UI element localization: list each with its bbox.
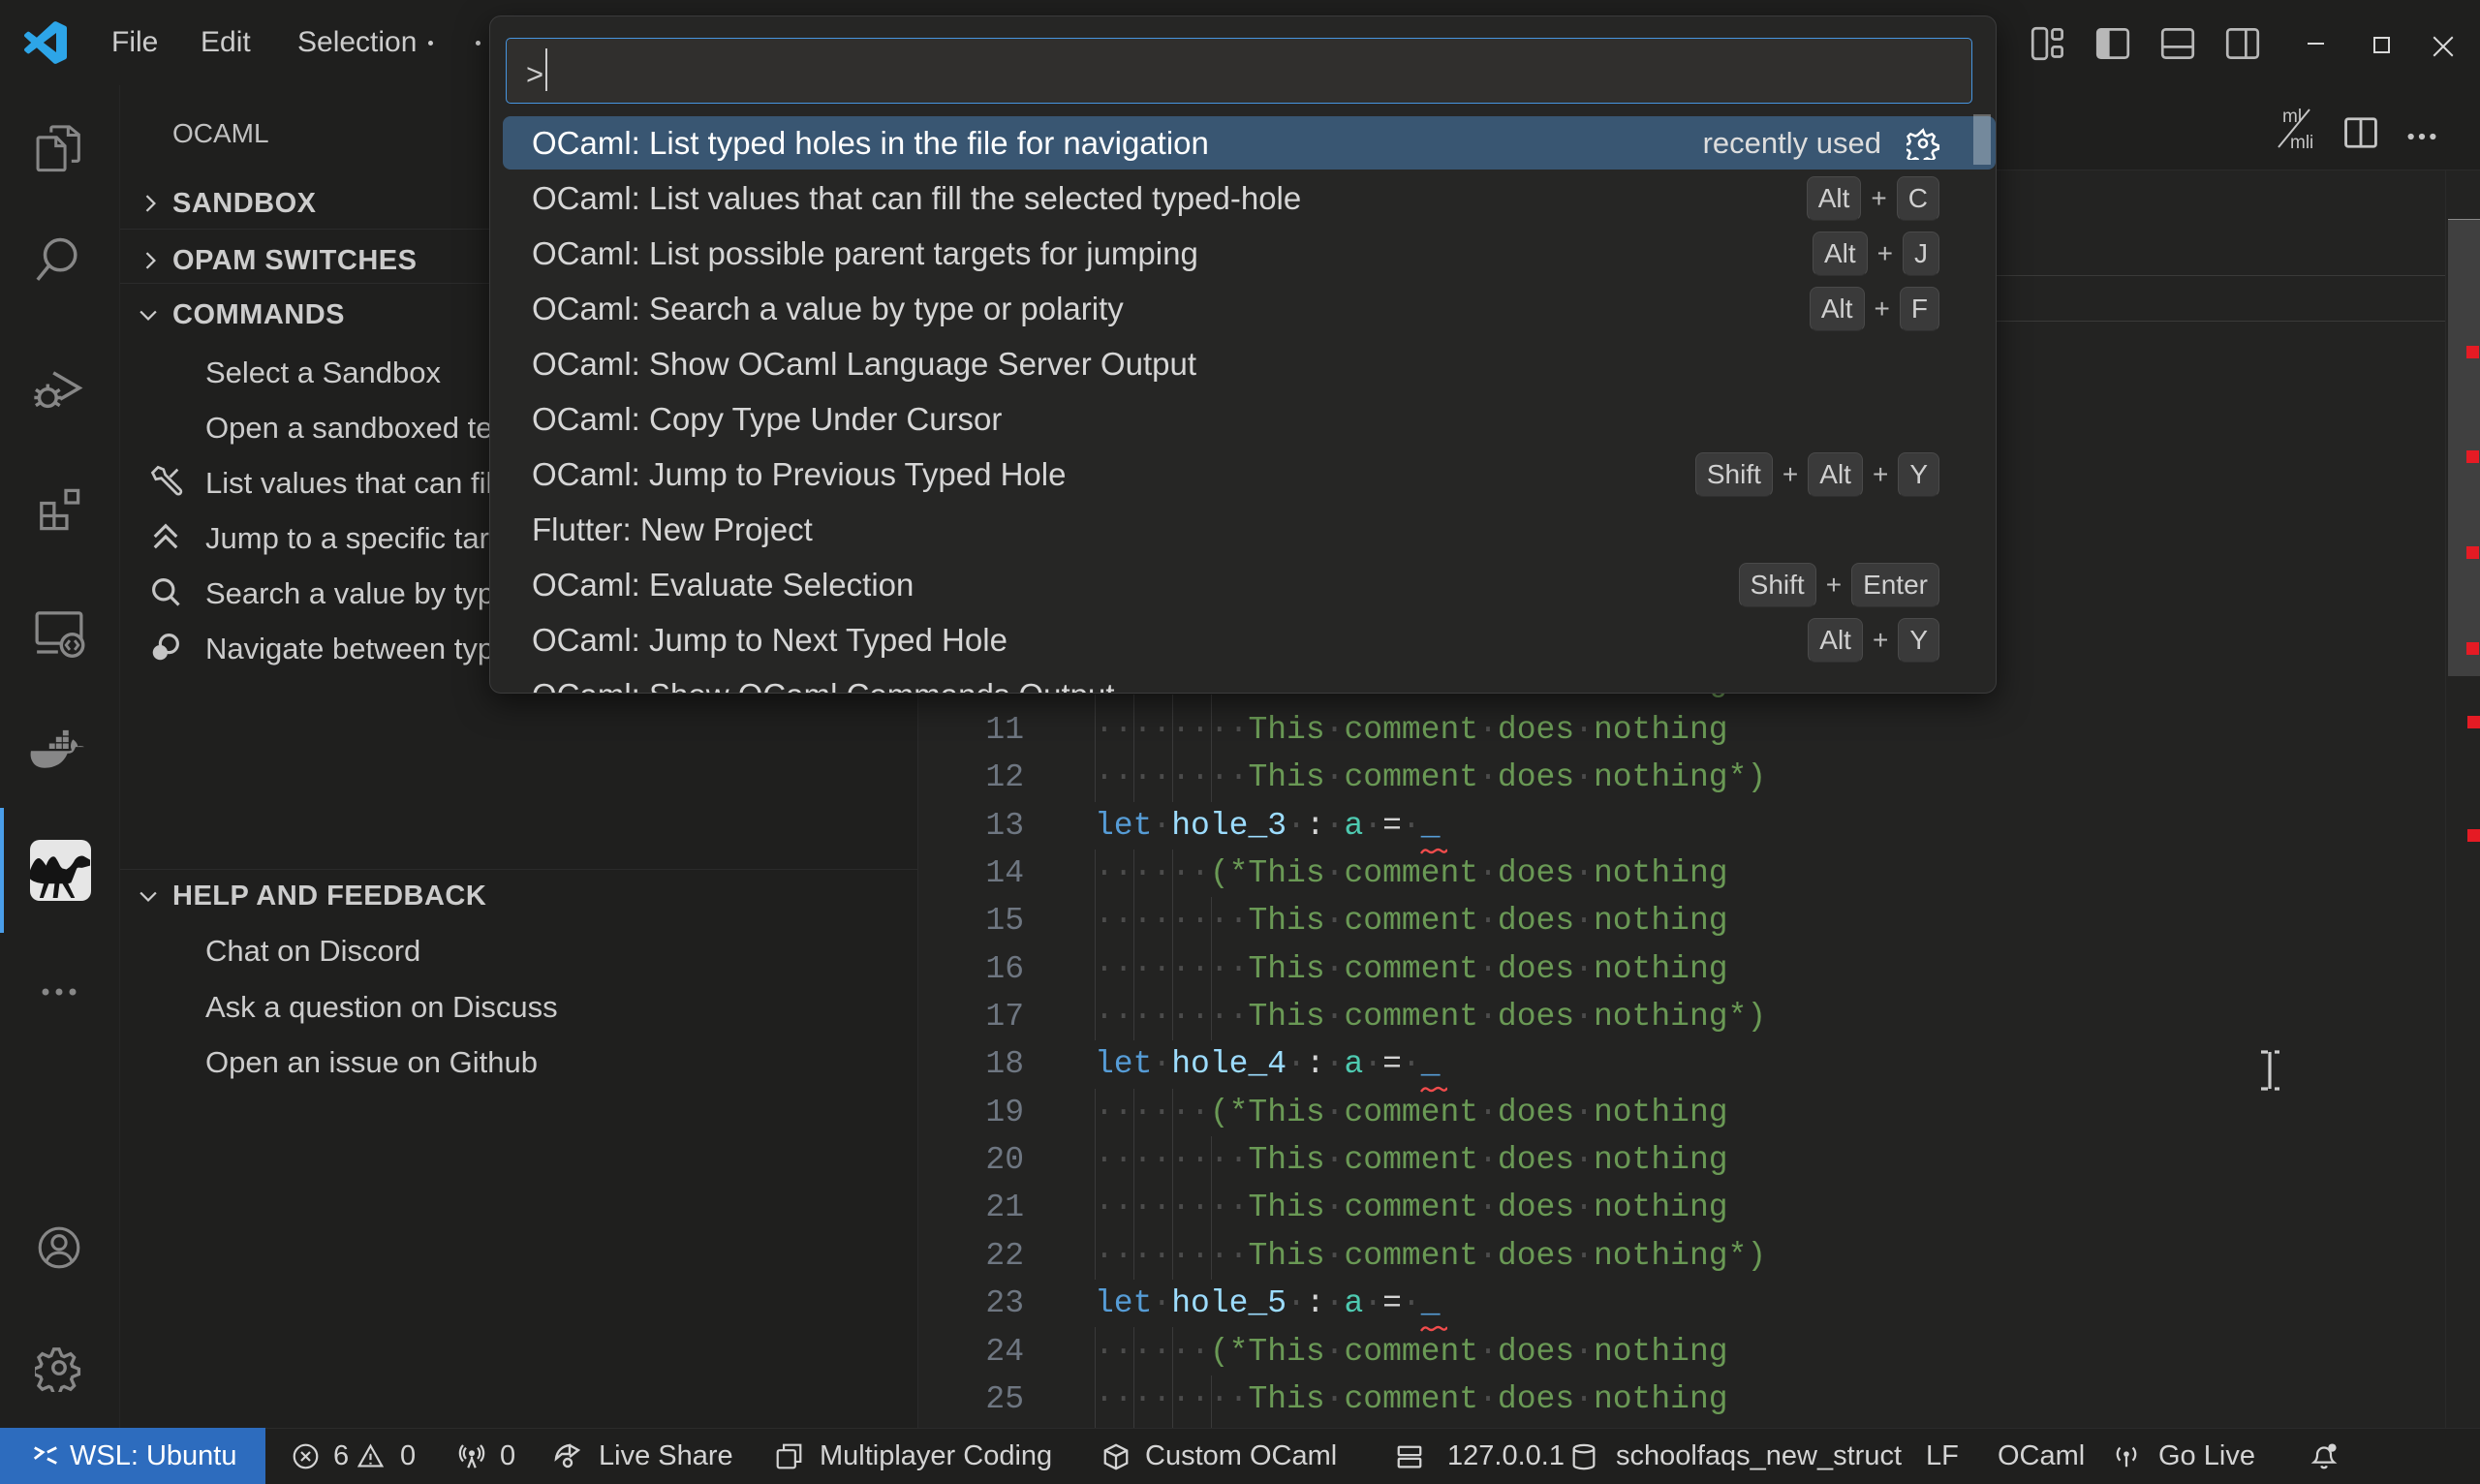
svg-text:mli: mli — [2290, 133, 2313, 152]
svg-text:ml: ml — [2282, 107, 2302, 127]
